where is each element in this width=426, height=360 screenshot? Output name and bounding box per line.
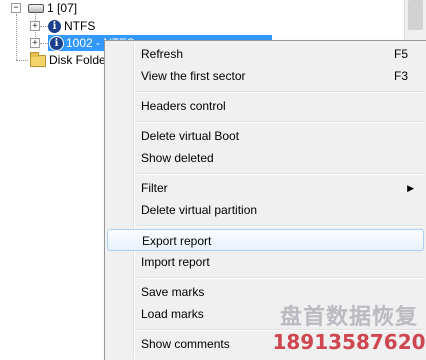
hard-disk-icon: [28, 4, 44, 14]
menu-separator: [137, 173, 424, 175]
menu-item-load-marks[interactable]: Load marks: [107, 303, 424, 325]
folder-icon: [30, 51, 46, 67]
menu-item-label: Load marks: [141, 307, 204, 321]
menu-item-label: Refresh: [141, 47, 184, 61]
menu-item-label: Export report: [142, 234, 212, 248]
tree-connector: [40, 26, 48, 27]
menu-separator: [137, 329, 424, 331]
tree-node-ntfs[interactable]: i NTFS: [48, 18, 95, 34]
scrollbar-thumb[interactable]: [408, 0, 423, 30]
menu-item-delete-virtual-partition[interactable]: Delete virtual partition: [107, 199, 424, 221]
menu-item-delete-virtual-boot[interactable]: Delete virtual Boot: [107, 125, 424, 147]
tree-node-disk-folder[interactable]: Disk Folder: [30, 51, 110, 68]
menu-separator: [137, 121, 424, 123]
menu-item-label: Save marks: [141, 285, 205, 299]
collapse-toggle[interactable]: −: [11, 3, 21, 13]
menu-item-label: Show comments: [141, 337, 230, 351]
context-menu: Refresh F5 View the first sector F3 Head…: [104, 40, 426, 360]
tree-connector: [16, 60, 28, 61]
menu-item-headers-control[interactable]: Headers control: [107, 95, 424, 117]
menu-item-label: Headers control: [141, 99, 226, 113]
menu-item-label: Filter: [141, 181, 168, 195]
submenu-arrow-icon: ▶: [407, 183, 414, 193]
tree-connector: [16, 14, 17, 60]
menu-item-export-report[interactable]: Export report: [107, 229, 424, 251]
menu-item-filter[interactable]: Filter ▶: [107, 177, 424, 199]
menu-item-refresh[interactable]: Refresh F5: [107, 43, 424, 65]
menu-item-save-marks[interactable]: Save marks: [107, 281, 424, 303]
tree-node-label: Disk Folder: [49, 53, 110, 67]
info-icon: i: [50, 37, 63, 51]
menu-item-label: Delete virtual Boot: [141, 129, 240, 143]
tree-node-disk[interactable]: 1 [07]: [28, 0, 77, 16]
menu-separator: [137, 91, 424, 93]
menu-item-shortcut: F5: [393, 47, 408, 61]
menu-separator: [137, 277, 424, 279]
info-icon: i: [48, 20, 61, 34]
tree-connector: [40, 43, 48, 44]
expand-toggle[interactable]: +: [30, 38, 40, 48]
menu-item-show-comments[interactable]: Show comments: [107, 333, 424, 355]
menu-item-label: Show deleted: [141, 151, 214, 165]
menu-separator: [137, 225, 424, 227]
menu-item-label: View the first sector: [141, 69, 246, 83]
expand-toggle[interactable]: +: [30, 21, 40, 31]
tree-node-label: 1 [07]: [47, 1, 78, 15]
menu-item-import-report[interactable]: Import report: [107, 251, 424, 273]
menu-item-show-deleted[interactable]: Show deleted: [107, 147, 424, 169]
menu-item-shortcut: F3: [393, 69, 408, 83]
menu-item-label: Delete virtual partition: [141, 203, 258, 217]
menu-item-label: Import report: [141, 255, 210, 269]
menu-item-view-first-sector[interactable]: View the first sector F3: [107, 65, 424, 87]
tree-node-label: NTFS: [64, 19, 96, 33]
